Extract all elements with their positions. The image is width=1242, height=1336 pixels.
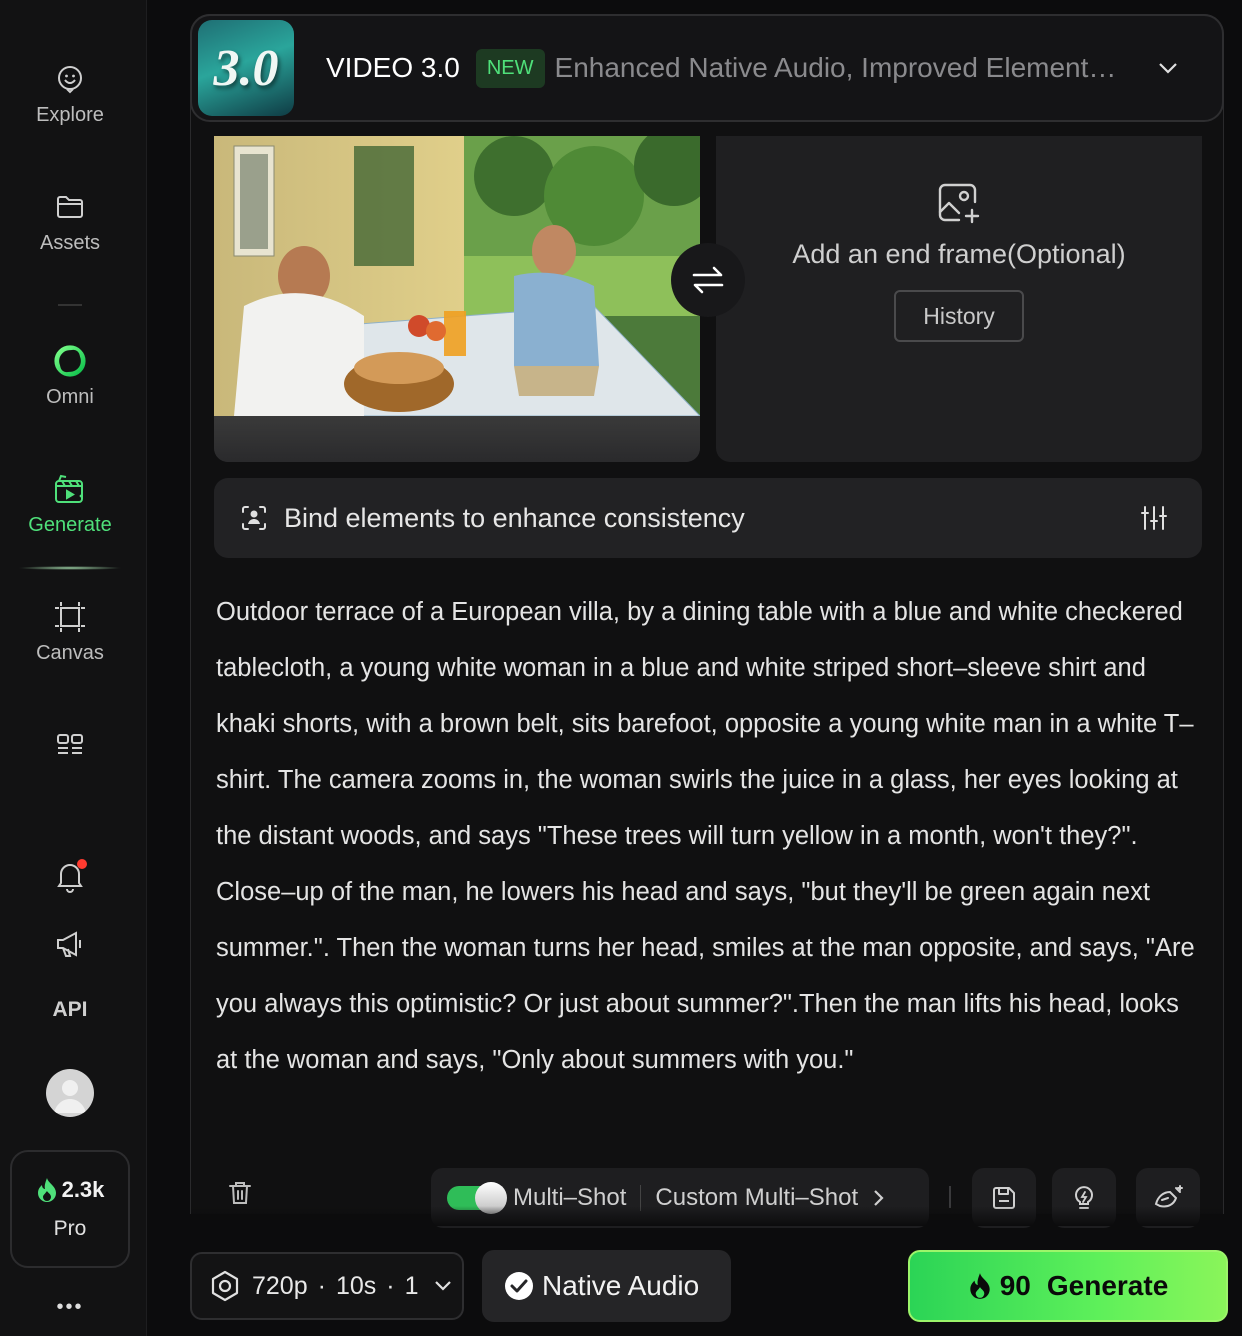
sidebar-item-explore[interactable]: Explore [0, 62, 140, 127]
scroll-fade [191, 1206, 1223, 1226]
sidebar-item-label: Assets [39, 232, 101, 254]
toolbar-divider [949, 1186, 951, 1208]
generate-button[interactable]: 90 Generate [908, 1250, 1228, 1322]
sidebar-item-label: Canvas [36, 642, 104, 664]
generate-label: Generate [1046, 1270, 1169, 1301]
start-frame-image[interactable] [214, 136, 700, 462]
new-badge: NEW [475, 48, 545, 88]
sidebar-item-assets[interactable]: Assets [0, 190, 140, 255]
history-button[interactable]: History [894, 290, 1024, 342]
settings-hexagon-icon [211, 1270, 239, 1302]
credits-value: 2.3k [61, 1177, 105, 1202]
generate-icon [53, 472, 87, 506]
chevron-right-icon [874, 1190, 884, 1206]
sidebar: Explore Assets Omni Generate Canvas API … [0, 0, 147, 1336]
end-frame-dropzone[interactable]: Add an end frame(Optional) History [716, 136, 1202, 462]
separator-dot: · [317, 1271, 326, 1300]
add-image-icon [938, 183, 980, 224]
credits-count: 2.3k [36, 1177, 105, 1203]
count-value: 1 [404, 1271, 419, 1300]
chevron-down-icon [434, 1281, 451, 1291]
resolution-value: 720p [252, 1271, 308, 1300]
plan-label: Pro [53, 1217, 87, 1240]
terrace-scene-image [214, 136, 700, 462]
sidebar-divider [58, 304, 82, 306]
canvas-icon [53, 600, 87, 634]
swap-frames-button[interactable] [671, 243, 745, 317]
generate-cost: 90 [999, 1270, 1031, 1301]
sidebar-item-label: Omni [46, 386, 94, 408]
model-name: VIDEO 3.0 [326, 52, 460, 83]
prompt-textarea[interactable]: Outdoor terrace of a European villa, by … [216, 584, 1196, 1088]
swap-arrows-icon [692, 266, 724, 294]
model-description: Enhanced Native Audio, Improved Element… [554, 52, 1117, 83]
sidebar-item-generate[interactable]: Generate [0, 472, 140, 537]
checkmark-circle-icon [505, 1272, 533, 1300]
apps-grid-icon[interactable] [52, 726, 88, 762]
duration-value: 10s [335, 1271, 377, 1300]
bind-elements-bar[interactable]: Bind elements to enhance consistency [214, 478, 1202, 558]
trash-icon[interactable] [228, 1180, 252, 1206]
chevron-down-icon [1158, 63, 1177, 74]
sidebar-item-canvas[interactable]: Canvas [0, 600, 140, 665]
sidebar-item-label: Explore [36, 104, 104, 126]
video-settings-dropdown[interactable]: 720p · 10s · 1 [190, 1252, 464, 1320]
flame-icon [37, 1178, 56, 1202]
bind-elements-label: Bind elements to enhance consistency [284, 502, 745, 533]
folder-icon [53, 190, 87, 224]
plan-credits-card[interactable]: 2.3k Pro [10, 1150, 130, 1268]
bind-elements-icon [242, 506, 266, 530]
native-audio-toggle[interactable]: Native Audio [482, 1250, 731, 1322]
separator-dot: · [386, 1271, 395, 1300]
explore-icon [53, 62, 87, 96]
notification-bell-icon[interactable] [52, 858, 88, 894]
announcement-megaphone-icon[interactable] [52, 926, 88, 962]
model-logo: 3.0 [198, 20, 294, 116]
omni-ring-icon [53, 344, 87, 378]
sidebar-item-omni[interactable]: Omni [0, 344, 140, 409]
end-frame-label: Add an end frame(Optional) [792, 239, 1126, 269]
avatar[interactable] [46, 1069, 94, 1117]
flame-icon [970, 1273, 990, 1299]
native-audio-label: Native Audio [542, 1270, 700, 1301]
sliders-icon[interactable] [1140, 504, 1168, 532]
active-indicator [18, 566, 122, 570]
model-selector[interactable]: 3.0 VIDEO 3.0 NEW Enhanced Native Audio,… [190, 14, 1224, 122]
sidebar-item-label: Generate [28, 514, 112, 536]
api-link[interactable]: API [0, 998, 140, 1022]
more-menu-icon[interactable]: ••• [0, 1296, 140, 1319]
